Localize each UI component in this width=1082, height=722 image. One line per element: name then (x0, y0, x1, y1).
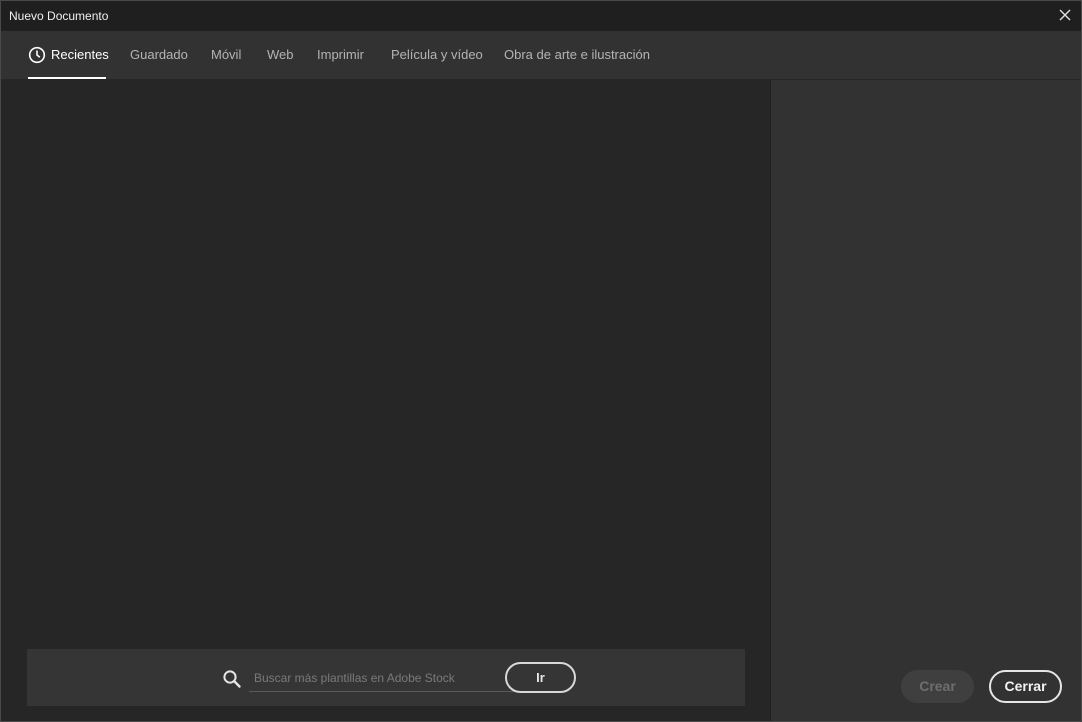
tab-label: Móvil (211, 47, 242, 62)
go-button[interactable]: Ir (505, 662, 576, 693)
active-tab-indicator (28, 77, 106, 79)
stock-search-bar: Ir (27, 649, 745, 706)
tab-movil[interactable]: Móvil (211, 31, 241, 79)
tab-label: Web (267, 47, 294, 62)
search-icon (223, 670, 241, 688)
tab-web[interactable]: Web (267, 31, 294, 79)
tab-label: Recientes (51, 47, 109, 62)
tab-label: Imprimir (317, 47, 364, 62)
preset-details-panel (771, 80, 1081, 721)
new-document-dialog: Nuevo Documento Recientes Guardado Móvil… (0, 0, 1082, 722)
preset-tabs: Recientes Guardado Móvil Web Imprimir Pe… (1, 31, 1081, 80)
tab-label: Guardado (130, 47, 188, 62)
tab-pelicula-y-video[interactable]: Película y vídeo (391, 31, 483, 79)
tab-obra-de-arte[interactable]: Obra de arte e ilustración (504, 31, 650, 79)
tab-label: Película y vídeo (391, 47, 483, 62)
tab-recientes[interactable]: Recientes (28, 31, 109, 79)
tab-label: Obra de arte e ilustración (504, 47, 650, 62)
tab-imprimir[interactable]: Imprimir (317, 31, 364, 79)
clock-icon (28, 46, 46, 64)
close-button[interactable]: Cerrar (989, 670, 1062, 703)
templates-panel (1, 80, 771, 721)
close-window-icon[interactable] (1057, 7, 1073, 23)
window-title: Nuevo Documento (9, 9, 109, 23)
create-button[interactable]: Crear (901, 670, 974, 703)
tab-guardado[interactable]: Guardado (130, 31, 188, 79)
title-bar: Nuevo Documento (1, 1, 1081, 31)
search-input[interactable] (249, 664, 519, 692)
